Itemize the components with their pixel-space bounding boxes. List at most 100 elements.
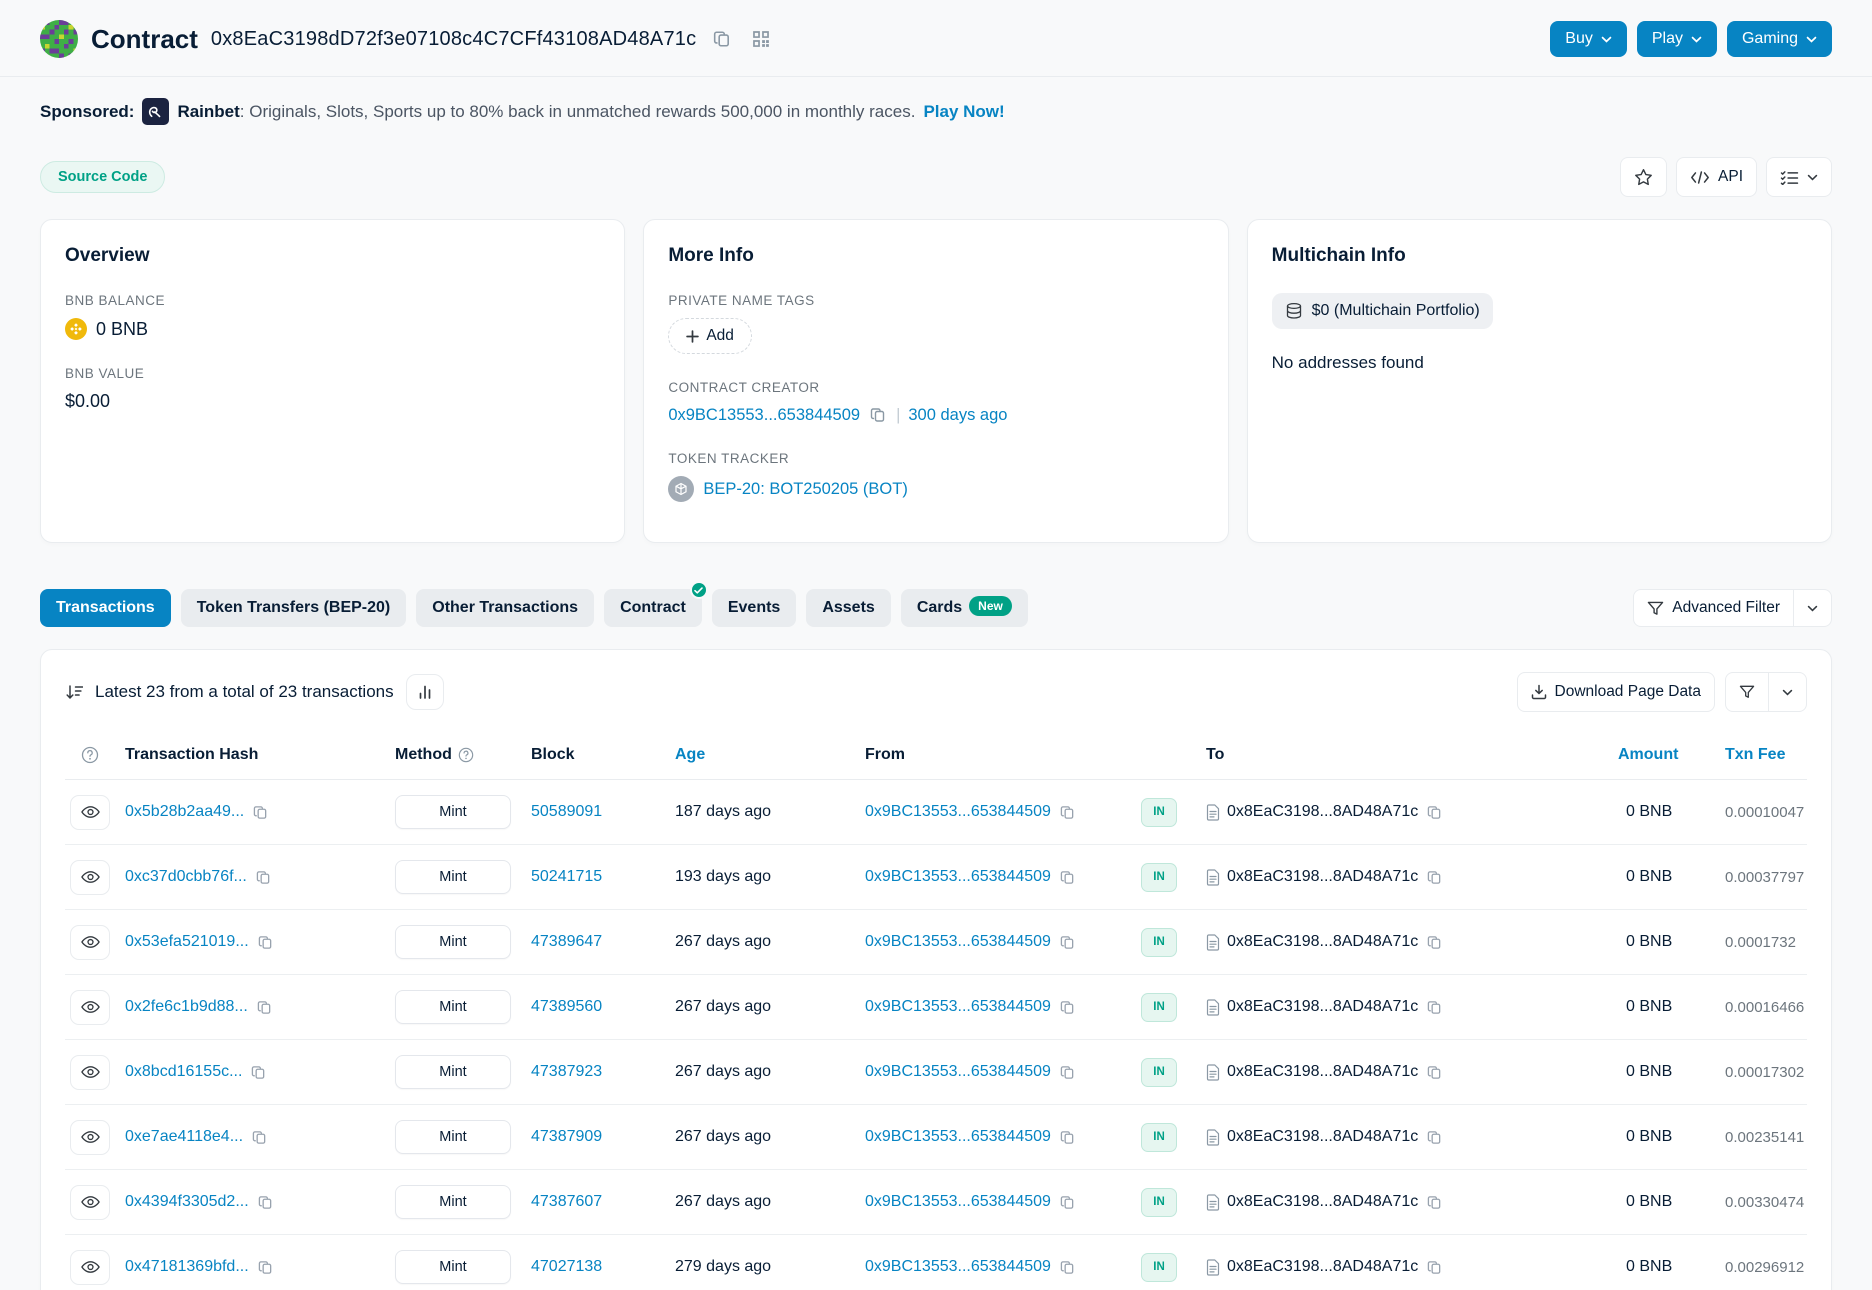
copy-from-address-icon[interactable] [1058, 933, 1077, 952]
view-transaction-button[interactable] [70, 925, 110, 960]
play-now-link[interactable]: Play Now! [923, 102, 1004, 122]
creation-time-link[interactable]: 300 days ago [908, 406, 1007, 425]
block-link[interactable]: 47387909 [531, 1128, 602, 1146]
from-address-link[interactable]: 0x9BC13553...653844509 [865, 1128, 1051, 1146]
copy-transaction-hash-icon[interactable] [250, 1128, 269, 1147]
block-link[interactable]: 47387923 [531, 1063, 602, 1081]
copy-transaction-hash-icon[interactable] [256, 1258, 275, 1277]
view-transaction-button[interactable] [70, 1120, 110, 1155]
table-filter-chevron[interactable] [1768, 673, 1806, 711]
buy-menu-button[interactable]: Buy [1550, 21, 1627, 57]
separator: | [896, 406, 900, 425]
block-link[interactable]: 47387607 [531, 1193, 602, 1211]
copy-to-address-icon[interactable] [1425, 1258, 1444, 1277]
plus-icon [686, 330, 699, 343]
chart-view-button[interactable] [406, 674, 444, 710]
method-badge[interactable]: Mint [395, 795, 511, 829]
block-link[interactable]: 50589091 [531, 803, 602, 821]
transaction-hash-link[interactable]: 0x5b28b2aa49... [125, 803, 244, 821]
view-transaction-button[interactable] [70, 795, 110, 830]
copy-transaction-hash-icon[interactable] [251, 803, 270, 822]
api-button[interactable]: API [1676, 157, 1757, 197]
play-menu-button[interactable]: Play [1637, 21, 1717, 57]
copy-to-address-icon[interactable] [1425, 1063, 1444, 1082]
copy-to-address-icon[interactable] [1425, 868, 1444, 887]
favorite-button[interactable] [1620, 157, 1667, 197]
transaction-hash-link[interactable]: 0x53efa521019... [125, 933, 249, 951]
view-transaction-button[interactable] [70, 860, 110, 895]
column-txn-fee[interactable]: Txn Fee [1725, 746, 1809, 764]
view-transaction-button[interactable] [70, 1250, 110, 1285]
tab-token-transfers[interactable]: Token Transfers (BEP-20) [181, 589, 407, 627]
copy-creator-address-icon[interactable] [868, 405, 888, 425]
copy-address-icon[interactable] [709, 26, 735, 52]
method-badge[interactable]: Mint [395, 990, 511, 1024]
tab-events[interactable]: Events [712, 589, 796, 627]
copy-from-address-icon[interactable] [1058, 1063, 1077, 1082]
advanced-filter-chevron[interactable] [1793, 590, 1831, 626]
block-link[interactable]: 47389647 [531, 933, 602, 951]
tab-cards[interactable]: CardsNew [901, 589, 1028, 627]
method-badge[interactable]: Mint [395, 1120, 511, 1154]
eye-icon [81, 805, 100, 819]
table-filter-funnel[interactable] [1726, 673, 1768, 711]
copy-to-address-icon[interactable] [1425, 803, 1444, 822]
from-address-link[interactable]: 0x9BC13553...653844509 [865, 1193, 1051, 1211]
column-amount[interactable]: Amount [1618, 746, 1725, 764]
transaction-hash-link[interactable]: 0x4394f3305d2... [125, 1193, 249, 1211]
copy-transaction-hash-icon[interactable] [256, 1193, 275, 1212]
tab-assets[interactable]: Assets [806, 589, 890, 627]
copy-from-address-icon[interactable] [1058, 803, 1077, 822]
method-badge[interactable]: Mint [395, 1055, 511, 1089]
method-badge[interactable]: Mint [395, 925, 511, 959]
transaction-hash-link[interactable]: 0x8bcd16155c... [125, 1063, 242, 1081]
view-transaction-button[interactable] [70, 990, 110, 1025]
transaction-hash-link[interactable]: 0x2fe6c1b9d88... [125, 998, 248, 1016]
method-badge[interactable]: Mint [395, 1185, 511, 1219]
tab-other-transactions[interactable]: Other Transactions [416, 589, 594, 627]
block-link[interactable]: 47027138 [531, 1258, 602, 1276]
qr-code-icon[interactable] [748, 26, 774, 52]
transaction-hash-link[interactable]: 0x47181369bfd... [125, 1258, 249, 1276]
block-link[interactable]: 47389560 [531, 998, 602, 1016]
transaction-hash-link[interactable]: 0xe7ae4118e4... [125, 1128, 243, 1146]
from-address-link[interactable]: 0x9BC13553...653844509 [865, 1258, 1051, 1276]
method-badge[interactable]: Mint [395, 1250, 511, 1284]
method-badge[interactable]: Mint [395, 860, 511, 894]
tab-transactions[interactable]: Transactions [40, 589, 171, 627]
copy-to-address-icon[interactable] [1425, 1193, 1444, 1212]
token-tracker-link[interactable]: BEP-20: BOT250205 (BOT) [703, 480, 908, 499]
copy-transaction-hash-icon[interactable] [254, 868, 273, 887]
download-page-data-button[interactable]: Download Page Data [1517, 672, 1716, 712]
from-address-link[interactable]: 0x9BC13553...653844509 [865, 933, 1051, 951]
block-link[interactable]: 50241715 [531, 868, 602, 886]
copy-from-address-icon[interactable] [1058, 868, 1077, 887]
copy-to-address-icon[interactable] [1425, 933, 1444, 952]
view-transaction-button[interactable] [70, 1055, 110, 1090]
transaction-hash-link[interactable]: 0xc37d0cbb76f... [125, 868, 247, 886]
tab-contract[interactable]: Contract [604, 589, 702, 627]
copy-from-address-icon[interactable] [1058, 1128, 1077, 1147]
copy-to-address-icon[interactable] [1425, 1128, 1444, 1147]
from-address-link[interactable]: 0x9BC13553...653844509 [865, 803, 1051, 821]
copy-transaction-hash-icon[interactable] [249, 1063, 268, 1082]
advanced-filter-main[interactable]: Advanced Filter [1634, 590, 1793, 626]
source-code-badge[interactable]: Source Code [40, 161, 165, 193]
add-name-tag-button[interactable]: Add [668, 318, 752, 354]
copy-transaction-hash-icon[interactable] [255, 998, 274, 1017]
creator-address-link[interactable]: 0x9BC13553...653844509 [668, 406, 860, 425]
tab-contract-label: Contract [620, 599, 686, 616]
from-address-link[interactable]: 0x9BC13553...653844509 [865, 868, 1051, 886]
view-transaction-button[interactable] [70, 1185, 110, 1220]
copy-from-address-icon[interactable] [1058, 998, 1077, 1017]
copy-from-address-icon[interactable] [1058, 1258, 1077, 1277]
from-address-link[interactable]: 0x9BC13553...653844509 [865, 998, 1051, 1016]
multichain-portfolio-button[interactable]: $0 (Multichain Portfolio) [1272, 293, 1493, 329]
from-address-link[interactable]: 0x9BC13553...653844509 [865, 1063, 1051, 1081]
column-age[interactable]: Age [675, 746, 855, 764]
copy-transaction-hash-icon[interactable] [256, 933, 275, 952]
copy-from-address-icon[interactable] [1058, 1193, 1077, 1212]
gaming-menu-button[interactable]: Gaming [1727, 21, 1832, 57]
copy-to-address-icon[interactable] [1425, 998, 1444, 1017]
checklist-menu-button[interactable] [1766, 157, 1832, 197]
